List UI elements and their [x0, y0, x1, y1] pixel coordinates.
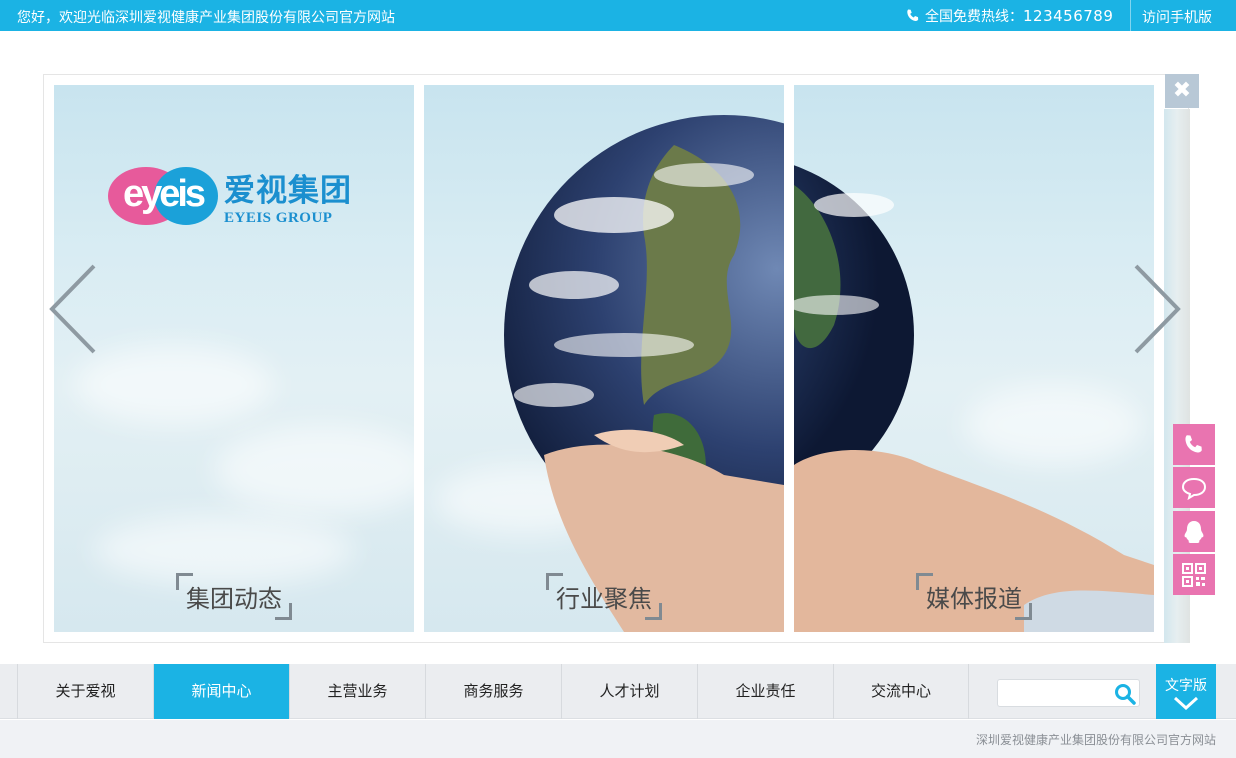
nav-item-business[interactable]: 主营业务 [289, 664, 425, 719]
qrcode-icon [1182, 562, 1206, 587]
search-icon[interactable] [1114, 683, 1136, 705]
logo-english-name: EYEIS GROUP [224, 210, 333, 226]
phone-icon [907, 9, 919, 22]
banner-panel-3[interactable]: 媒体报道 [794, 85, 1154, 632]
text-version-button[interactable]: 文字版 [1156, 664, 1216, 719]
qq-icon [1184, 520, 1204, 543]
nav-item-services[interactable]: 商务服务 [425, 664, 561, 719]
float-qq-button[interactable] [1173, 511, 1215, 552]
hotline-label: 全国免费热线： [925, 9, 1023, 25]
chevron-left-icon[interactable] [46, 262, 100, 356]
welcome-text: 您好，欢迎光临深圳爱视健康产业集团股份有限公司官方网站 [17, 10, 395, 26]
chat-icon [1181, 477, 1207, 500]
search-box [997, 679, 1140, 707]
banner-panel-1[interactable]: eyeis 爱视集团 EYEIS GROUP 集团动态 [54, 85, 414, 632]
close-icon[interactable]: ✖ [1165, 74, 1199, 108]
float-phone-button[interactable] [1173, 424, 1215, 465]
text-version-label: 文字版 [1165, 678, 1207, 694]
footer-text: 深圳爱视健康产业集团股份有限公司官方网站 [975, 733, 1216, 747]
topbar-divider [1130, 0, 1131, 31]
nav-item-responsibility[interactable]: 企业责任 [697, 664, 833, 719]
search-input[interactable] [1002, 683, 1112, 703]
mobile-version-link[interactable]: 访问手机版 [1142, 7, 1212, 27]
chevron-right-icon[interactable] [1130, 262, 1184, 356]
panel-caption[interactable]: 媒体报道 [916, 573, 1032, 620]
top-bar: 您好，欢迎光临深圳爱视健康产业集团股份有限公司官方网站 全国免费热线： 1234… [0, 0, 1236, 31]
eyeis-logo-mark: eyeis [108, 167, 218, 225]
phone-icon [1185, 434, 1202, 453]
logo-wordmark: eyeis [122, 173, 206, 215]
chevron-down-icon [1173, 696, 1199, 711]
globe-in-hands-image [504, 115, 784, 632]
hotline-number: 123456789 [1023, 7, 1114, 25]
banner: eyeis 爱视集团 EYEIS GROUP 集团动态 行业聚焦 媒体报道 [43, 74, 1190, 643]
nav-item-news[interactable]: 新闻中心 [153, 664, 289, 719]
footer: 深圳爱视健康产业集团股份有限公司官方网站 [0, 720, 1236, 758]
nav-item-exchange[interactable]: 交流中心 [833, 664, 969, 719]
company-logo: eyeis 爱视集团 EYEIS GROUP [108, 165, 352, 227]
nav-item-about[interactable]: 关于爱视 [17, 664, 153, 719]
banner-panel-2[interactable]: 行业聚焦 [424, 85, 784, 632]
float-qrcode-button[interactable] [1173, 554, 1215, 595]
globe-in-hands-image-right [794, 165, 1154, 632]
float-chat-button[interactable] [1173, 467, 1215, 508]
panel-caption[interactable]: 行业聚焦 [546, 573, 662, 620]
nav-item-talent[interactable]: 人才计划 [561, 664, 697, 719]
logo-chinese-name: 爱视集团 [224, 173, 352, 209]
panel-caption[interactable]: 集团动态 [176, 573, 292, 620]
hotline: 全国免费热线： 123456789 [905, 6, 1113, 26]
